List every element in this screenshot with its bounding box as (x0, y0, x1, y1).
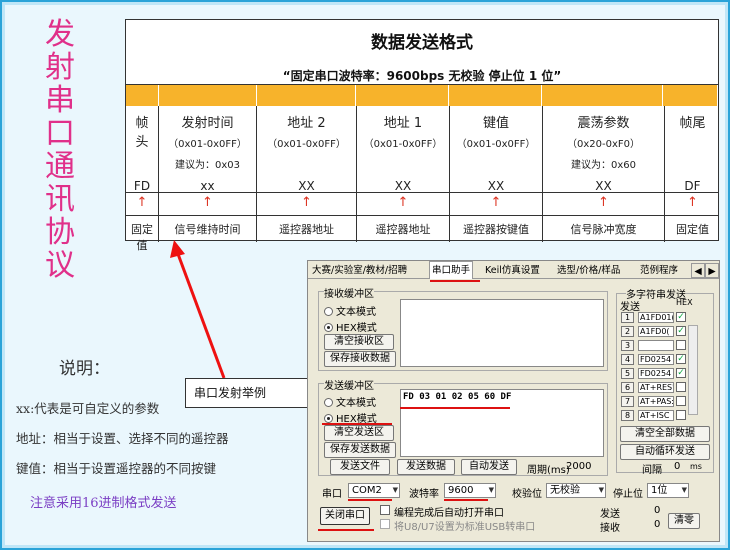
interval-unit: ms (690, 462, 702, 471)
serial-assistant-window: 大赛/实验室/教材/招聘 串口助手 Keil仿真设置 选型/价格/样品 范例程序… (307, 260, 720, 542)
close-port-button[interactable]: 关闭串口 (320, 507, 370, 525)
multi-row-hex-checkbox[interactable]: ✓ (676, 312, 686, 322)
active-tab-underline (430, 280, 480, 282)
multi-hex-label: HEX (676, 298, 693, 307)
multi-row-send-button[interactable]: 8 (621, 410, 634, 421)
multi-row-input[interactable]: A1FD01( (638, 312, 674, 323)
multi-row-input[interactable] (638, 340, 674, 351)
multi-row-input[interactable]: AT+RES' (638, 382, 674, 393)
auto-open-checkbox[interactable] (380, 505, 390, 515)
clear-all-button[interactable]: 清空全部数据 (620, 426, 710, 442)
multi-row-hex-checkbox[interactable]: ✓ (676, 368, 686, 378)
port-label: 串口 (322, 489, 342, 500)
clear-count-button[interactable]: 清零 (668, 513, 700, 529)
multi-row-send-button[interactable]: 4 (621, 354, 634, 365)
slide-frame: 发射串口通讯协议 数据发送格式 “固定串口波特率：9600bps 无校验 停止位… (0, 0, 730, 550)
multi-row-send-button[interactable]: 1 (621, 312, 634, 323)
multi-row-input[interactable]: FD0254 (638, 368, 674, 379)
multi-scrollbar[interactable] (688, 325, 698, 415)
send-content: FD 03 01 02 05 60 DF (403, 392, 512, 402)
tab-selection[interactable]: 选型/价格/样品 (555, 263, 622, 278)
tab-scroll-left-icon[interactable]: ◀ (691, 263, 705, 278)
multi-row-send-button[interactable]: 6 (621, 382, 634, 393)
multi-row-hex-checkbox[interactable]: ✓ (676, 326, 686, 336)
send-textarea[interactable]: FD 03 01 02 05 60 DF (400, 389, 604, 457)
multi-row-hex-checkbox[interactable] (676, 410, 686, 420)
interval-value[interactable]: 0 (674, 461, 680, 472)
usb-checkbox[interactable] (380, 519, 390, 529)
clear-send-button[interactable]: 清空发送区 (324, 425, 394, 441)
send-content-underline (400, 407, 510, 409)
tab-competition[interactable]: 大赛/实验室/教材/招聘 (310, 263, 409, 278)
stop-select[interactable]: 1位 (647, 483, 689, 498)
recv-count: 0 (654, 519, 661, 530)
auto-loop-button[interactable]: 自动循环发送 (620, 444, 710, 460)
recv-text-mode-radio[interactable]: 文本模式 (324, 303, 376, 318)
clear-receive-button[interactable]: 清空接收区 (324, 334, 394, 350)
multi-row-input[interactable]: AT+ISC (638, 410, 674, 421)
send-file-button[interactable]: 发送文件 (330, 459, 390, 475)
multi-row-input[interactable]: AT+PAS: (638, 396, 674, 407)
multi-row-input[interactable]: FD0254 (638, 354, 674, 365)
multi-row-send-button[interactable]: 3 (621, 340, 634, 351)
tab-examples[interactable]: 范例程序 (638, 263, 680, 278)
period-value[interactable]: 2000 (566, 461, 591, 472)
stop-label: 停止位 (613, 489, 643, 500)
port-select[interactable]: COM2 (348, 483, 400, 498)
usb-label: 将U8/U7设置为标准USB转串口 (394, 522, 536, 533)
save-send-button[interactable]: 保存发送数据 (324, 442, 396, 458)
baud-select[interactable]: 9600 (444, 483, 496, 498)
parity-select[interactable]: 无校验 (546, 483, 606, 498)
multi-row-hex-checkbox[interactable] (676, 340, 686, 350)
close-port-underline (318, 529, 374, 531)
receive-textarea[interactable] (400, 299, 604, 367)
save-receive-button[interactable]: 保存接收数据 (324, 351, 396, 367)
multi-row-input[interactable]: A1FD0( (638, 326, 674, 337)
period-label: 周期(ms) (527, 465, 570, 476)
multi-row-send-button[interactable]: 5 (621, 368, 634, 379)
send-data-button[interactable]: 发送数据 (397, 459, 455, 475)
tab-scroll-right-icon[interactable]: ▶ (705, 263, 719, 278)
send-count: 0 (654, 505, 661, 516)
recv-hex-mode-radio[interactable]: HEX模式 (324, 319, 377, 334)
receive-title: 接收缓冲区 (324, 285, 374, 300)
multi-row-send-button[interactable]: 7 (621, 396, 634, 407)
recv-count-label: 接收 (600, 523, 620, 534)
baud-underline (444, 499, 488, 501)
multi-row-hex-checkbox[interactable] (676, 382, 686, 392)
port-underline (348, 499, 392, 501)
tab-bar: 大赛/实验室/教材/招聘 串口助手 Keil仿真设置 选型/价格/样品 范例程序… (308, 261, 719, 279)
tab-serial-assistant[interactable]: 串口助手 (429, 261, 474, 279)
auto-send-button[interactable]: 自动发送 (461, 459, 517, 475)
callout-label: 串口发射举例 (185, 378, 313, 408)
multi-row-hex-checkbox[interactable]: ✓ (676, 354, 686, 364)
auto-open-label: 编程完成后自动打开串口 (394, 508, 504, 519)
send-count-label: 发送 (600, 509, 620, 520)
send-title: 发送缓冲区 (324, 377, 374, 392)
multi-send-label: 发送 (620, 302, 640, 313)
parity-label: 校验位 (512, 489, 542, 500)
interval-label: 间隔 (642, 465, 662, 476)
multi-row-send-button[interactable]: 2 (621, 326, 634, 337)
multi-row-hex-checkbox[interactable] (676, 396, 686, 406)
baud-label: 波特率 (409, 489, 439, 500)
tab-keil[interactable]: Keil仿真设置 (483, 263, 542, 278)
send-text-mode-radio[interactable]: 文本模式 (324, 394, 376, 409)
